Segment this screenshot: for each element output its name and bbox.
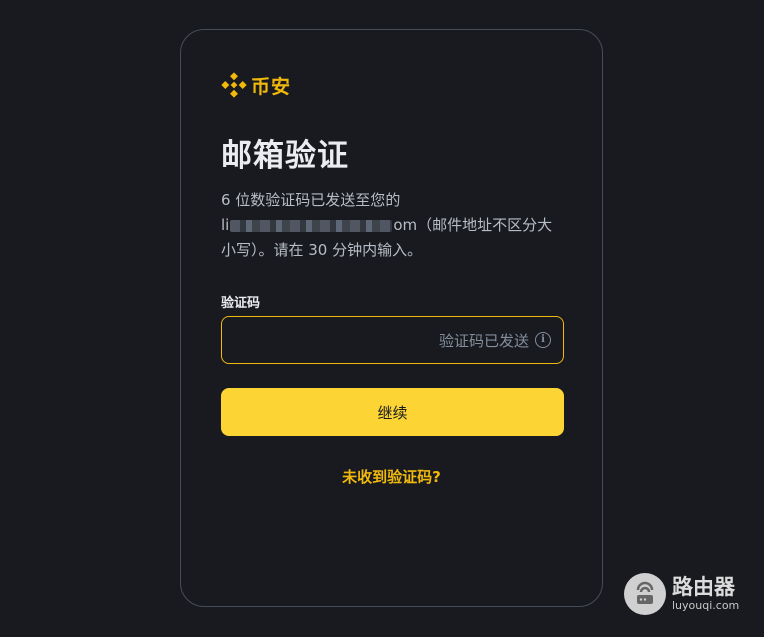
binance-diamond-icon [221,72,247,98]
code-label: 验证码 [221,296,261,311]
email-suffix: om [393,216,418,234]
code-input-wrapper[interactable]: 验证码已发送 i [221,316,564,364]
email-prefix: li [221,216,230,234]
code-sent-status: 验证码已发送 [438,331,529,350]
verification-card: 币安 邮箱验证 6 位数验证码已发送至您的 li om（邮件地址不区分大小写）。请… [180,29,603,607]
watermark: 路由器 luyouqi.com [624,573,739,615]
router-lock-icon [624,573,666,615]
resend-code-link[interactable]: 未收到验证码? [181,466,602,487]
watermark-title: 路由器 [672,575,735,599]
desc-line1: 6 位数验证码已发送至您的 [221,191,401,209]
watermark-subtitle: luyouqi.com [672,599,740,612]
binance-logo[interactable]: 币安 [221,70,291,100]
continue-button[interactable]: 继续 [221,388,564,436]
masked-email [230,219,393,232]
code-input[interactable] [234,316,439,364]
description-text: 6 位数验证码已发送至您的 li om（邮件地址不区分大小写）。请在 30 分钟内… [221,188,566,263]
info-icon[interactable]: i [535,332,551,348]
brand-name: 币安 [251,75,292,98]
page-title: 邮箱验证 [221,138,349,174]
